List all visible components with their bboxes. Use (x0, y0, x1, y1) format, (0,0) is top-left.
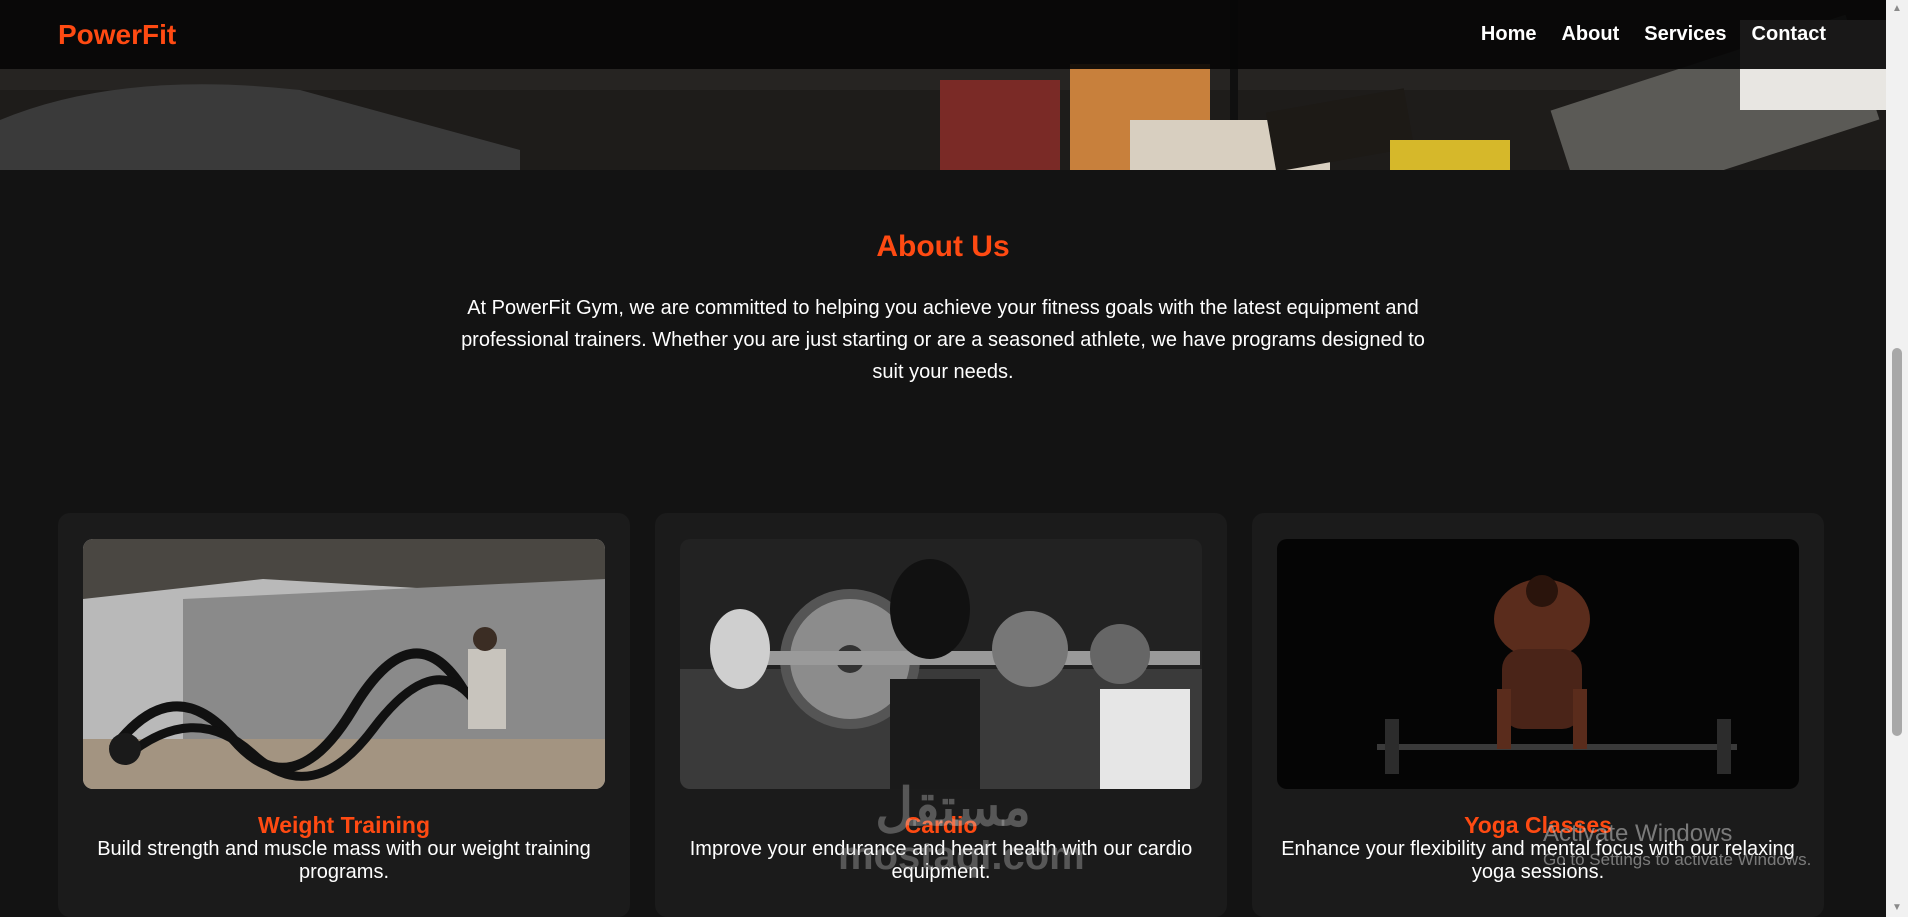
scrollbar-thumb[interactable] (1892, 348, 1902, 736)
watermark-latin: mostaql.com (838, 834, 1085, 878)
nav-services-link[interactable]: Services (1644, 23, 1726, 46)
weight-training-image (83, 539, 605, 789)
nav-home-link[interactable]: Home (1481, 23, 1537, 46)
activate-windows-overlay: Activate Windows Go to Settings to activ… (1543, 820, 1811, 870)
cardio-image (680, 539, 1202, 789)
service-card-weight-training: Weight Training Build strength and muscl… (58, 513, 630, 917)
brand-logo[interactable]: PowerFit (58, 19, 176, 51)
scroll-down-arrow-icon[interactable]: ▼ (1886, 899, 1908, 917)
top-navbar: PowerFit Home About Services Contact (0, 0, 1886, 69)
activate-windows-title: Activate Windows (1543, 820, 1733, 847)
nav-links: Home About Services Contact (1481, 23, 1826, 46)
about-title: About Us (876, 230, 1010, 263)
page-scrollbar[interactable]: ▲ ▼ (1886, 0, 1908, 917)
activate-windows-subtitle: Go to Settings to activate Windows. (1543, 850, 1812, 869)
nav-about-link[interactable]: About (1561, 23, 1619, 46)
service-title: Weight Training (257, 812, 431, 838)
scroll-up-arrow-icon[interactable]: ▲ (1886, 0, 1908, 18)
about-text: At PowerFit Gym, we are committed to hel… (461, 297, 1425, 383)
watermark-arabic: مستقل (875, 779, 1031, 837)
service-description: Build strength and muscle mass with our … (97, 838, 591, 883)
yoga-classes-image (1277, 539, 1799, 789)
nav-contact-link[interactable]: Contact (1752, 23, 1826, 46)
watermark-logo: مستقل mostaql.com (838, 779, 1085, 878)
